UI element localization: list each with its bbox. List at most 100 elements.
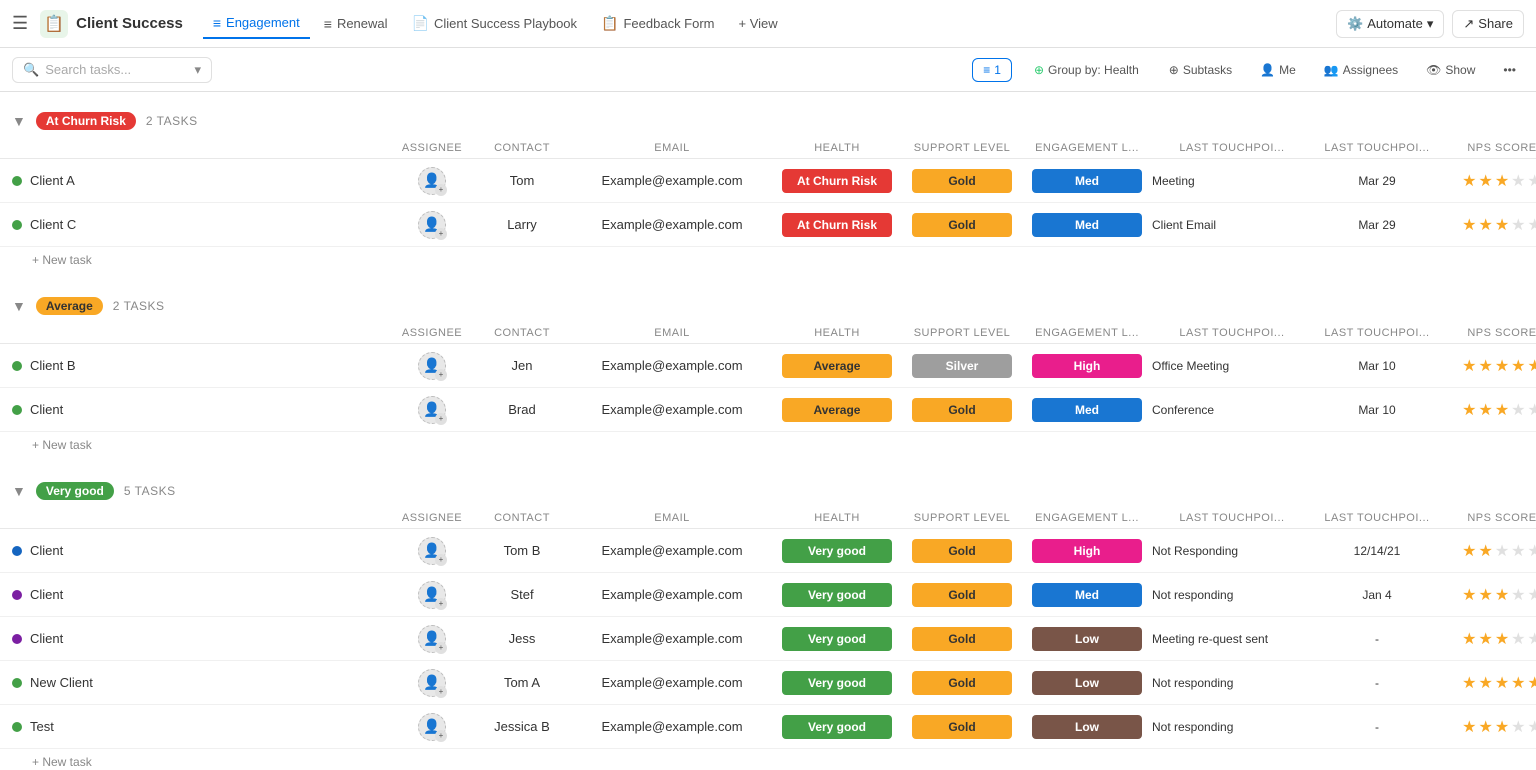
new-task-average[interactable]: + New task [0, 432, 1536, 458]
date-cell: Jan 4 [1312, 588, 1442, 602]
table-row[interactable]: Client 👤+ Tom B Example@example.com Very… [0, 529, 1536, 573]
star-2: ★ [1478, 171, 1492, 191]
assignee-cell: 👤+ [392, 352, 472, 380]
subtasks-button[interactable]: ⊕ Subtasks [1161, 59, 1240, 81]
group-churn-count: 2 TASKS [146, 114, 198, 128]
hamburger-icon[interactable]: ☰ [12, 13, 28, 34]
health-cell: Very good [772, 715, 902, 739]
share-label: Share [1478, 16, 1513, 31]
new-task-verygood[interactable]: + New task [0, 749, 1536, 770]
more-icon: ••• [1503, 63, 1516, 77]
table-row[interactable]: Client 👤+ Stef Example@example.com Very … [0, 573, 1536, 617]
health-cell: Very good [772, 539, 902, 563]
health-badge: Very good [782, 583, 892, 607]
contact-cell: Larry [472, 217, 572, 232]
star-4: ★ [1511, 541, 1525, 561]
table-row[interactable]: Client A 👤+ Tom Example@example.com At C… [0, 159, 1536, 203]
me-button[interactable]: 👤 Me [1252, 59, 1304, 81]
more-button[interactable]: ••• [1495, 59, 1524, 81]
scroll-container: ▼ At Churn Risk 2 TASKS ASSIGNEE CONTACT… [0, 104, 1536, 770]
filter-button[interactable]: ≡ 1 [972, 58, 1012, 82]
automate-button[interactable]: ⚙️ Automate ▾ [1336, 10, 1444, 38]
support-badge: Gold [912, 213, 1012, 237]
assignees-button[interactable]: 👥 Assignees [1316, 59, 1406, 81]
col-engagement: ENGAGEMENT L... [1022, 512, 1152, 524]
col-contact: CONTACT [472, 512, 572, 524]
star-1: ★ [1462, 215, 1476, 235]
col-support: SUPPORT LEVEL [902, 327, 1022, 339]
engagement-cell: Med [1022, 169, 1152, 193]
nps-stars: ★ ★ ★ ★ ★ [1462, 673, 1536, 693]
avatar-plus-icon: + [435, 413, 447, 425]
nps-cell: ★ ★ ★ ★ ★ [1442, 400, 1536, 420]
task-color-dot [12, 220, 22, 230]
star-2: ★ [1478, 717, 1492, 737]
nps-cell: ★ ★ ★ ★ ★ [1442, 215, 1536, 235]
renewal-icon: ≡ [324, 16, 332, 32]
health-badge: Very good [782, 627, 892, 651]
engagement-badge: Low [1032, 715, 1142, 739]
star-2: ★ [1478, 356, 1492, 376]
group-by-label: Group by: Health [1048, 63, 1139, 77]
search-box[interactable]: 🔍 Search tasks... ▾ [12, 57, 212, 83]
tab-renewal[interactable]: ≡ Renewal [314, 10, 398, 38]
tab-view-label: + View [739, 16, 778, 31]
table-row[interactable]: Client B 👤+ Jen Example@example.com Aver… [0, 344, 1536, 388]
share-button[interactable]: ↗ Share [1452, 10, 1524, 38]
table-row[interactable]: Test 👤+ Jessica B Example@example.com Ve… [0, 705, 1536, 749]
health-badge: At Churn Risk [782, 169, 892, 193]
engagement-cell: Med [1022, 583, 1152, 607]
tab-view[interactable]: + View [729, 10, 788, 37]
nav-right: ⚙️ Automate ▾ ↗ Share [1336, 10, 1524, 38]
show-label: Show [1445, 63, 1475, 77]
task-name: Client B [12, 358, 392, 373]
assignees-label: Assignees [1343, 63, 1398, 77]
health-cell: Very good [772, 627, 902, 651]
engagement-cell: Low [1022, 671, 1152, 695]
star-2: ★ [1478, 215, 1492, 235]
table-row[interactable]: Client C 👤+ Larry Example@example.com At… [0, 203, 1536, 247]
group-churn-toggle[interactable]: ▼ [12, 113, 26, 129]
engagement-badge: Med [1032, 213, 1142, 237]
table-row[interactable]: Client 👤+ Brad Example@example.com Avera… [0, 388, 1536, 432]
avatar-plus-icon: + [435, 369, 447, 381]
support-badge: Silver [912, 354, 1012, 378]
email-cell: Example@example.com [572, 587, 772, 602]
group-by-button[interactable]: ⊕ Group by: Health [1024, 59, 1149, 81]
touchpoint-cell: Meeting re-quest sent [1152, 632, 1312, 646]
health-cell: Very good [772, 671, 902, 695]
table-row[interactable]: Client 👤+ Jess Example@example.com Very … [0, 617, 1536, 661]
tab-engagement[interactable]: ≡ Engagement [203, 9, 310, 39]
assignee-cell: 👤+ [392, 211, 472, 239]
table-row[interactable]: New Client 👤+ Tom A Example@example.com … [0, 661, 1536, 705]
group-churn-header: ▼ At Churn Risk 2 TASKS [0, 104, 1536, 138]
col-assignee: ASSIGNEE [392, 142, 472, 154]
tab-feedback[interactable]: 📋 Feedback Form [591, 9, 724, 38]
support-cell: Gold [902, 169, 1022, 193]
group-average-toggle[interactable]: ▼ [12, 298, 26, 314]
task-color-dot [12, 722, 22, 732]
task-color-dot [12, 405, 22, 415]
col-touchpoint2: LAST TOUCHPOI... [1312, 327, 1442, 339]
star-5: ★ [1528, 629, 1536, 649]
avatar: 👤+ [418, 669, 446, 697]
touchpoint-cell: Client Email [1152, 218, 1312, 232]
group-verygood-header: ▼ Very good 5 TASKS [0, 474, 1536, 508]
health-badge: At Churn Risk [782, 213, 892, 237]
avatar: 👤+ [418, 581, 446, 609]
contact-cell: Tom B [472, 543, 572, 558]
nps-stars: ★ ★ ★ ★ ★ [1462, 171, 1536, 191]
health-badge: Very good [782, 539, 892, 563]
nps-stars: ★ ★ ★ ★ ★ [1462, 717, 1536, 737]
show-button[interactable]: 👁 Show [1418, 59, 1483, 81]
task-name: Client [12, 543, 392, 558]
email-cell: Example@example.com [572, 631, 772, 646]
contact-cell: Tom A [472, 675, 572, 690]
task-label: Client [30, 402, 63, 417]
new-task-churn[interactable]: + New task [0, 247, 1536, 273]
engagement-cell: Med [1022, 398, 1152, 422]
tab-playbook[interactable]: 📄 Client Success Playbook [402, 9, 588, 38]
star-5: ★ [1528, 171, 1536, 191]
group-verygood-toggle[interactable]: ▼ [12, 483, 26, 499]
feedback-icon: 📋 [601, 15, 618, 32]
